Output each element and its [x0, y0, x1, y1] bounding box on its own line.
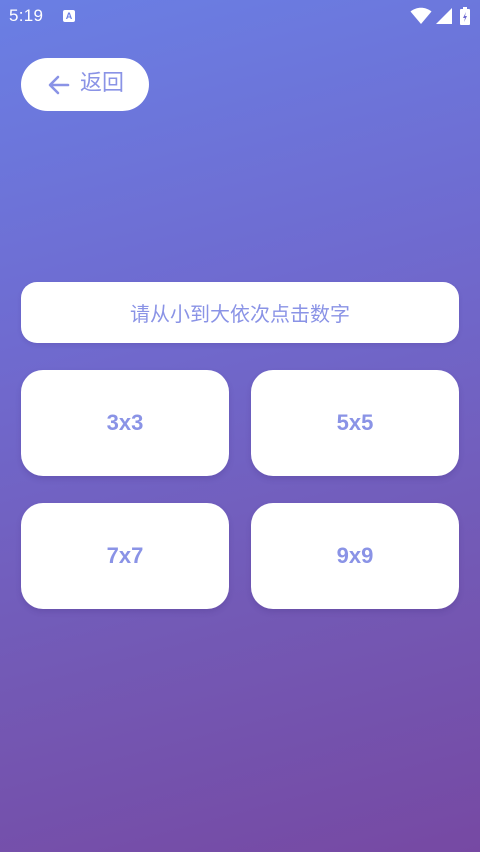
instruction-text: 请从小到大依次点击数字 [21, 282, 459, 343]
grid-7x7-button[interactable]: 7x7 [21, 503, 229, 609]
grid-9x9-button[interactable]: 9x9 [251, 503, 459, 609]
arrow-left-icon [48, 75, 70, 95]
battery-icon [460, 7, 470, 25]
back-label: 返回 [80, 71, 125, 96]
back-button[interactable]: 返回 [21, 58, 149, 111]
wifi-icon [410, 7, 432, 24]
a-notification-icon: A [63, 10, 75, 22]
signal-icon [436, 8, 452, 24]
grid-3x3-button[interactable]: 3x3 [21, 370, 229, 476]
status-bar: 5:19 A [0, 0, 480, 32]
grid-5x5-button[interactable]: 5x5 [251, 370, 459, 476]
status-time: 5:19 [9, 6, 44, 25]
